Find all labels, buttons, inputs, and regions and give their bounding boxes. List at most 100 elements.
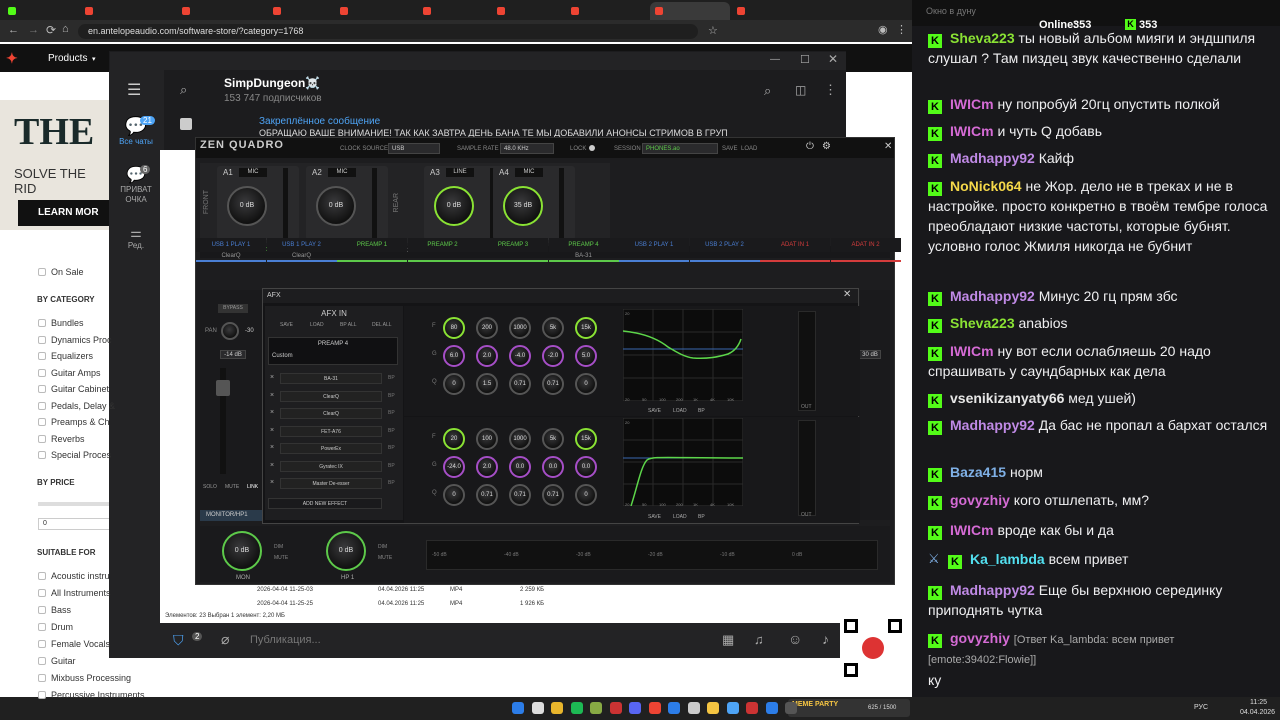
reload-icon[interactable]: ⟳	[46, 23, 56, 37]
taskbar-app-icon[interactable]	[726, 702, 739, 714]
taskbar-app-icon[interactable]	[746, 702, 758, 714]
chat-message[interactable]: K Sheva223 anabios	[928, 313, 1268, 333]
attach-icon[interactable]: ⌀	[221, 631, 229, 648]
gear-icon[interactable]: ⚙	[822, 141, 831, 152]
chat-username[interactable]: Madhappy92	[950, 150, 1035, 166]
mixer-channel-header[interactable]: USB 2 PLAY 1	[619, 238, 689, 262]
eq-gain-knob[interactable]: -24.0	[443, 456, 465, 478]
folder-edit[interactable]: ⚌ Ред.	[112, 225, 160, 259]
menu-dots-icon[interactable]: ⋮	[896, 23, 907, 36]
input-mode-select[interactable]: MIC	[328, 168, 356, 177]
category-checkbox[interactable]	[38, 451, 46, 459]
add-new-effect-button[interactable]: ADD NEW EFFECT	[268, 498, 382, 509]
clock-source-select[interactable]: USB	[388, 143, 440, 154]
taskbar-app-icon[interactable]	[609, 702, 622, 714]
eq-q-knob[interactable]: 0	[443, 373, 465, 395]
forward-icon[interactable]: →	[28, 24, 39, 36]
chat-username[interactable]: govyzhiy	[950, 630, 1010, 646]
chat-message[interactable]: K IWICm ну попробуй 20гц опустить полкой	[928, 94, 1268, 114]
browser-tab[interactable]	[335, 2, 415, 20]
monitor-volume-knob[interactable]: 0 dB	[222, 531, 262, 571]
afx-action-button[interactable]: BP ALL	[340, 322, 357, 328]
folder-all-chats[interactable]: 💬 21 Все чаты	[112, 116, 160, 156]
browser-tab[interactable]	[566, 2, 646, 20]
chat-message[interactable]: Kvsenikizanyaty66 мед ушей)	[928, 388, 1268, 408]
chat-message[interactable]: K Madhappy92 Кайф	[928, 148, 1268, 168]
suitable-checkbox[interactable]	[38, 623, 46, 631]
folder-private[interactable]: 💬 6 ПРИВАТ ОЧКА	[112, 165, 160, 211]
afx-action-button[interactable]: SAVE	[280, 322, 293, 328]
chat-username[interactable]: Madhappy92	[950, 582, 1035, 598]
chat-username[interactable]: Sheva223	[950, 30, 1015, 46]
channel-title[interactable]: SimpDungeon☠️	[224, 76, 320, 90]
file-name[interactable]: 2026-04-04 11-25-25	[257, 601, 313, 607]
browser-tab[interactable]	[268, 2, 332, 20]
eq-gain-knob[interactable]: 0.0	[575, 456, 597, 478]
remove-effect-icon[interactable]: ×	[270, 479, 274, 486]
browser-tab[interactable]	[418, 2, 489, 20]
eq-freq-knob[interactable]: 15k	[575, 317, 597, 339]
suitable-checkbox[interactable]	[38, 691, 46, 699]
bell-icon[interactable]: ♫	[754, 632, 764, 647]
effect-slot[interactable]: BA-31	[280, 373, 382, 384]
category-checkbox[interactable]	[38, 319, 46, 327]
chat-username[interactable]: NoNick064	[950, 178, 1022, 194]
category-checkbox[interactable]	[38, 368, 46, 377]
chat-message[interactable]: Kgovyzhiy кого отшлепать, мм?	[928, 490, 1268, 510]
session-load-button[interactable]: LOAD	[741, 146, 757, 152]
more-dots-icon[interactable]: ⋮	[824, 82, 837, 98]
remove-effect-icon[interactable]: ×	[270, 409, 274, 416]
graph-action-button[interactable]: LOAD	[673, 514, 687, 520]
mixer-channel-header[interactable]: USB 1 PLAY 1 ClearQ	[196, 238, 266, 262]
chat-message[interactable]: K Baza415 норм	[928, 462, 1268, 482]
input-gain-knob[interactable]: 0 dB	[316, 186, 356, 226]
mixer-channel-header[interactable]: USB 1 PLAY 2 ClearQ	[266, 238, 337, 262]
clock-time[interactable]: 11:25	[1250, 699, 1267, 706]
suitable-checkbox[interactable]	[38, 606, 46, 614]
category-checkbox[interactable]	[38, 385, 46, 393]
language-indicator[interactable]: РУС	[1194, 704, 1208, 711]
home-icon[interactable]: ⌂	[62, 23, 69, 35]
remove-effect-icon[interactable]: ×	[270, 392, 274, 399]
calendar-icon[interactable]: ▦	[722, 632, 734, 648]
category-checkbox[interactable]	[38, 434, 46, 443]
browser-tab[interactable]	[177, 2, 265, 20]
taskbar-app-icon[interactable]	[707, 702, 719, 714]
input-mode-select[interactable]: MIC	[515, 168, 543, 177]
eq-freq-knob[interactable]: 200	[476, 317, 498, 339]
link-button[interactable]: LINK	[247, 484, 258, 490]
graph-action-button[interactable]: SAVE	[648, 408, 661, 414]
taskbar-app-icon[interactable]	[785, 702, 797, 714]
input-gain-knob[interactable]: 0 dB	[434, 186, 474, 226]
eq-q-knob[interactable]: 0	[575, 373, 597, 395]
mute-button[interactable]: MUTE	[225, 484, 239, 490]
effect-bypass-button[interactable]: BP	[388, 410, 395, 416]
chat-message[interactable]: K IWICm и чуть Q добавь	[928, 121, 1268, 141]
hp1-dim-button[interactable]: DIM	[378, 544, 387, 550]
back-icon[interactable]: ←	[8, 24, 19, 36]
effect-bypass-button[interactable]: BP	[388, 393, 395, 399]
taskbar-app-icon[interactable]	[512, 702, 524, 714]
browser-tab[interactable]	[3, 2, 77, 20]
category-checkbox[interactable]	[38, 352, 46, 360]
profile-icon[interactable]: ◉	[878, 23, 888, 36]
chat-username[interactable]: IWICm	[950, 123, 994, 139]
microphone-icon[interactable]: ♪	[822, 631, 829, 647]
effect-bypass-button[interactable]: BP	[388, 428, 395, 434]
eq-gain-knob[interactable]: 2.0	[476, 345, 498, 367]
chat-username[interactable]: IWICm	[950, 522, 994, 538]
preamp-selector[interactable]: PREAMP 4 Custom	[268, 337, 398, 365]
mixer-channel-header[interactable]: PREAMP 4 BA-31	[548, 238, 619, 262]
sample-rate-select[interactable]: 48.0 KHz	[500, 143, 554, 154]
browser-tab[interactable]	[80, 2, 174, 20]
bookmark-star-icon[interactable]: ☆	[708, 24, 718, 37]
chat-username[interactable]: Baza415	[950, 464, 1006, 480]
effect-bypass-button[interactable]: BP	[388, 480, 395, 486]
eq-gain-knob[interactable]: -2.0	[542, 345, 564, 367]
eq-q-knob[interactable]: 1.5	[476, 373, 498, 395]
category-checkbox[interactable]	[38, 335, 46, 344]
effect-bypass-button[interactable]: BP	[388, 375, 395, 381]
pinned-title[interactable]: Закреплённое сообщение	[259, 116, 380, 127]
chat-message[interactable]: K Sheva223 ты новый альбом мияги и эндшпи…	[928, 28, 1268, 68]
taskbar-app-icon[interactable]	[687, 702, 700, 714]
